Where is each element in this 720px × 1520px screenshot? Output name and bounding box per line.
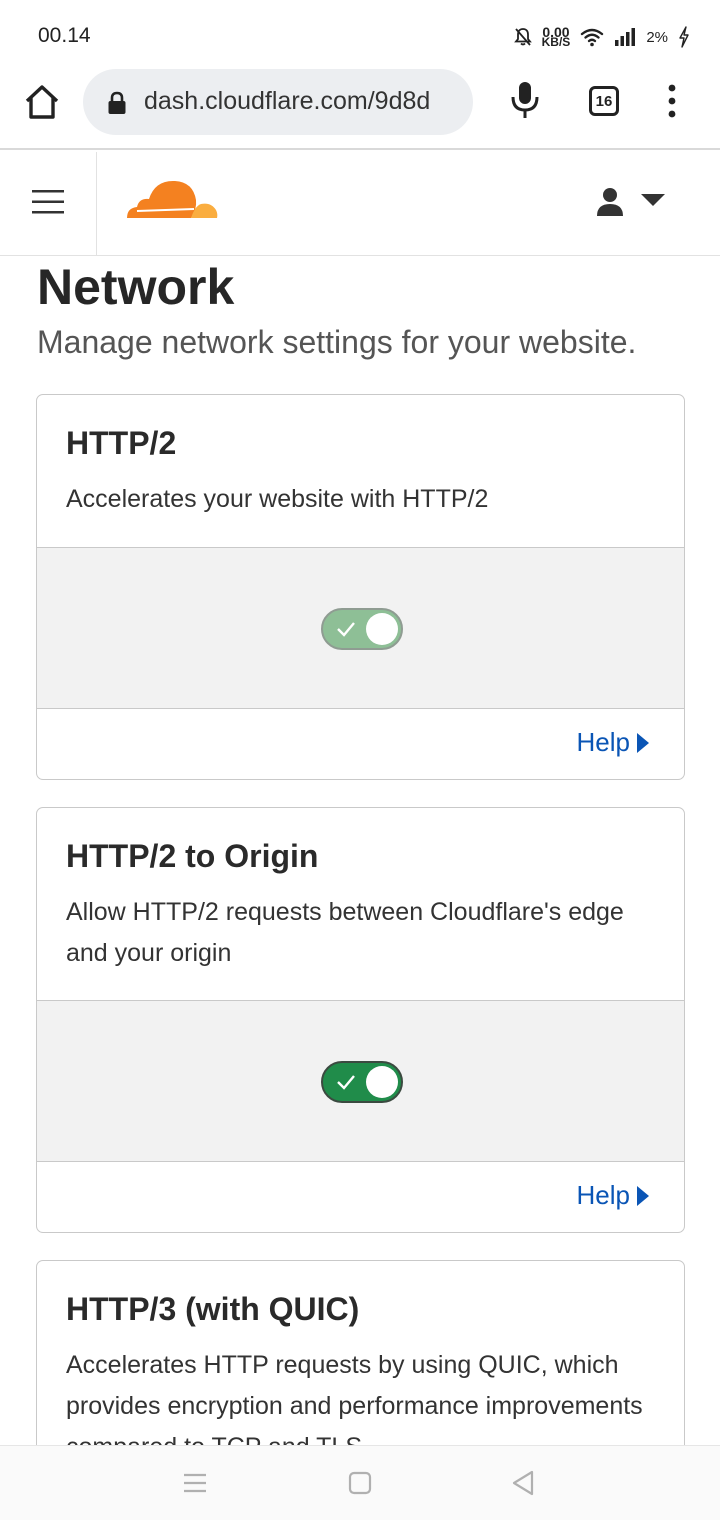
http2-toggle[interactable] xyxy=(321,608,403,650)
http2-card: HTTP/2 Accelerates your website with HTT… xyxy=(36,394,685,780)
help-link-label: Help xyxy=(576,727,630,757)
home-square-icon[interactable] xyxy=(345,1468,375,1498)
url-text: dash.cloudflare.com/9d8d xyxy=(144,87,431,115)
page-subtitle: Manage network settings for your website… xyxy=(37,324,637,360)
bell-off-icon xyxy=(513,28,532,46)
home-icon[interactable] xyxy=(22,82,62,122)
card-control-area xyxy=(37,547,684,709)
lock-icon xyxy=(108,91,126,114)
back-triangle-icon[interactable] xyxy=(508,1468,538,1498)
card-description: Allow HTTP/2 requests between Cloudflare… xyxy=(66,898,624,967)
hamburger-menu-icon xyxy=(32,190,64,214)
help-link[interactable]: Help xyxy=(577,1180,650,1211)
more-vert-icon[interactable] xyxy=(662,84,682,118)
http2-to-origin-toggle[interactable] xyxy=(321,1061,403,1103)
toggle-knob xyxy=(366,1066,398,1098)
card-title: HTTP/3 (with QUIC) xyxy=(66,1291,360,1327)
system-nav-bar xyxy=(0,1445,720,1520)
network-speed: 0.00 KB/S xyxy=(541,25,571,49)
caret-down-icon xyxy=(641,194,665,206)
page-title: Network xyxy=(37,259,235,315)
card-title: HTTP/2 xyxy=(66,425,177,461)
card-title: HTTP/2 to Origin xyxy=(66,838,319,874)
battery-level: 2% xyxy=(646,28,668,46)
check-icon xyxy=(337,622,355,637)
http2-to-origin-card: HTTP/2 to Origin Allow HTTP/2 requests b… xyxy=(36,807,685,1233)
user-icon xyxy=(597,188,623,216)
mic-icon[interactable] xyxy=(508,80,542,120)
recents-menu-icon[interactable] xyxy=(180,1468,210,1498)
charging-icon xyxy=(679,26,689,48)
network-speed-unit: KB/S xyxy=(541,35,571,49)
card-control-area xyxy=(37,1000,684,1162)
wifi-icon xyxy=(581,28,604,47)
user-menu-button[interactable] xyxy=(590,184,670,220)
triangle-right-icon xyxy=(637,1185,649,1206)
tab-switcher-button[interactable]: 16 xyxy=(589,86,619,116)
cell-signal-icon xyxy=(615,28,636,46)
toggle-knob xyxy=(366,613,398,645)
status-bar: 00.14 0.00 KB/S 2% xyxy=(0,0,720,70)
card-description: Accelerates your website with HTTP/2 xyxy=(66,485,489,513)
app-header xyxy=(0,152,720,256)
menu-button[interactable] xyxy=(0,152,97,255)
browser-toolbar: dash.cloudflare.com/9d8d 16 xyxy=(0,64,720,150)
check-icon xyxy=(337,1075,355,1090)
status-icons: 0.00 KB/S 2% xyxy=(513,24,690,50)
help-link-label: Help xyxy=(576,1180,630,1210)
url-bar[interactable]: dash.cloudflare.com/9d8d xyxy=(83,69,473,135)
triangle-right-icon xyxy=(637,732,649,753)
help-link[interactable]: Help xyxy=(577,727,650,758)
status-time: 00.14 xyxy=(38,24,91,47)
cloudflare-logo[interactable] xyxy=(125,176,219,222)
